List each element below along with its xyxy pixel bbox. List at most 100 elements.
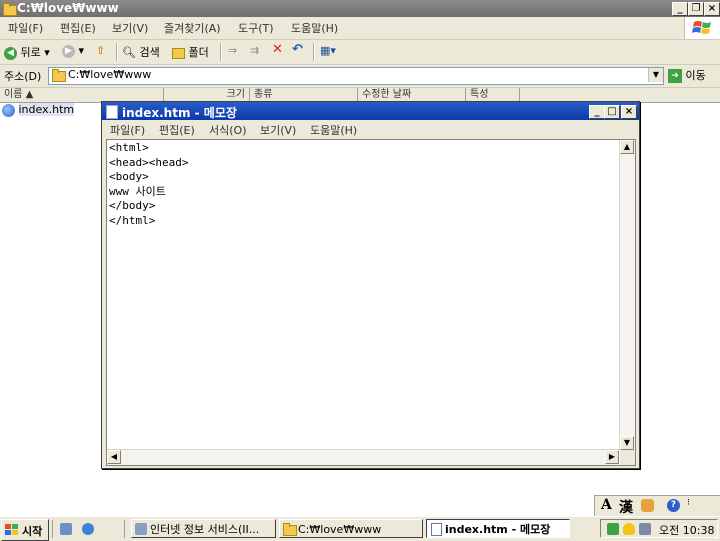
- menu-file[interactable]: 파일(F): [8, 20, 43, 36]
- menu-edit[interactable]: 편집(E): [60, 20, 96, 36]
- column-type[interactable]: 종류: [250, 88, 358, 102]
- delete-icon[interactable]: ✕: [272, 42, 283, 57]
- html-file-icon: [2, 103, 15, 117]
- ime-pad-icon[interactable]: [641, 499, 654, 512]
- task-notepad[interactable]: index.htm - 메모장: [426, 519, 570, 538]
- windows-flag-icon: [5, 524, 18, 535]
- help-icon[interactable]: ?: [667, 499, 680, 512]
- scroll-down-icon[interactable]: ▼: [620, 436, 634, 450]
- toolbar-separator: [313, 43, 315, 61]
- notepad-menu-bar: 파일(F) 편집(E) 서식(O) 보기(V) 도움말(H): [102, 120, 639, 138]
- list-item[interactable]: index.htm: [2, 103, 75, 117]
- menu-file[interactable]: 파일(F): [110, 122, 145, 138]
- close-button[interactable]: ×: [704, 2, 720, 16]
- resize-grip-icon[interactable]: [620, 450, 635, 465]
- menu-favorites[interactable]: 즐겨찾기(A): [164, 20, 221, 36]
- horizontal-scrollbar[interactable]: ◀ ▶: [107, 449, 619, 465]
- folders-button[interactable]: 폴더: [172, 44, 209, 60]
- task-label: 인터넷 정보 서비스(II...: [150, 523, 260, 536]
- ime-options-icon[interactable]: ⁝: [687, 498, 690, 508]
- task-label: C:₩love₩www: [298, 523, 382, 536]
- menu-help[interactable]: 도움말(H): [291, 20, 338, 36]
- toolbar-separator: [116, 43, 118, 61]
- start-button[interactable]: 시작: [1, 519, 49, 541]
- iis-icon: [135, 523, 147, 535]
- forward-arrow-icon: ▶: [62, 44, 75, 58]
- notepad-icon: [431, 523, 442, 536]
- notepad-title-bar[interactable]: index.htm - 메모장 _ □ ×: [102, 102, 639, 120]
- search-label: 검색: [139, 46, 160, 59]
- show-desktop-icon[interactable]: [60, 523, 72, 535]
- ime-mode[interactable]: A: [601, 497, 612, 513]
- copy-to-icon[interactable]: ⇉: [250, 44, 259, 57]
- ime-hanja[interactable]: 漢: [619, 497, 633, 517]
- up-folder-icon[interactable]: ⇧: [96, 44, 105, 57]
- scroll-right-icon[interactable]: ▶: [605, 450, 619, 464]
- explorer-title-bar[interactable]: C:₩love₩www _ ❐ ×: [0, 0, 720, 17]
- menu-edit[interactable]: 편집(E): [159, 122, 195, 138]
- go-label: 이동: [685, 69, 706, 82]
- taskbar-separator: [124, 520, 125, 538]
- explorer-menu-bar: 파일(F) 편집(E) 보기(V) 즐겨찾기(A) 도구(T) 도움말(H): [0, 17, 720, 40]
- notepad-window[interactable]: index.htm - 메모장 _ □ × 파일(F) 편집(E) 서식(O) …: [101, 101, 640, 469]
- system-tray: 오전 10:38: [600, 519, 718, 538]
- task-label: index.htm - 메모장: [445, 523, 551, 536]
- toolbar-separator: [220, 43, 222, 61]
- close-button[interactable]: ×: [621, 105, 637, 119]
- windows-logo: [684, 17, 720, 39]
- explorer-title: C:₩love₩www: [17, 1, 119, 15]
- task-explorer[interactable]: C:₩love₩www: [279, 519, 423, 538]
- notepad-content[interactable]: <html> <head><head> <body> www 사이트 </bod…: [109, 141, 188, 229]
- forward-button[interactable]: ▶ ▾: [62, 44, 84, 58]
- start-label: 시작: [22, 525, 43, 538]
- folder-icon: [3, 3, 17, 16]
- column-size[interactable]: 크기: [164, 88, 250, 102]
- back-arrow-icon: ◀: [4, 46, 17, 60]
- back-button[interactable]: ◀ 뒤로 ▾: [4, 44, 50, 60]
- notepad-text-area[interactable]: <html> <head><head> <body> www 사이트 </bod…: [106, 139, 636, 466]
- display-icon[interactable]: [639, 523, 651, 535]
- security-shield-icon[interactable]: [623, 523, 635, 535]
- menu-tools[interactable]: 도구(T): [238, 20, 274, 36]
- column-attributes[interactable]: 특성: [466, 88, 520, 102]
- notepad-icon: [106, 105, 118, 119]
- menu-format[interactable]: 서식(O): [209, 122, 246, 138]
- clock[interactable]: 오전 10:38: [659, 522, 714, 538]
- network-icon[interactable]: [607, 523, 619, 535]
- undo-icon[interactable]: ↶: [292, 42, 303, 57]
- address-value: C:₩love₩www: [68, 68, 152, 81]
- internet-explorer-icon[interactable]: [82, 523, 94, 535]
- back-label: 뒤로: [20, 46, 41, 59]
- explorer-toolbar: ◀ 뒤로 ▾ ▶ ▾ ⇧ 🔍︎ 검색 폴더 ⇒ ⇉ ✕ ↶ ▦▾: [0, 40, 720, 65]
- minimize-button[interactable]: _: [589, 105, 605, 119]
- menu-help[interactable]: 도움말(H): [310, 122, 357, 138]
- folders-label: 폴더: [188, 46, 209, 59]
- vertical-scrollbar[interactable]: ▲ ▼: [619, 140, 635, 450]
- folder-icon: [52, 69, 66, 82]
- menu-view[interactable]: 보기(V): [260, 122, 296, 138]
- folder-icon: [283, 523, 297, 536]
- restore-button[interactable]: ❐: [688, 2, 704, 16]
- move-to-icon[interactable]: ⇒: [228, 44, 237, 57]
- ime-toolbar: A 漢 ? ⁝: [594, 495, 720, 517]
- task-iis[interactable]: 인터넷 정보 서비스(II...: [131, 519, 276, 538]
- scroll-left-icon[interactable]: ◀: [107, 450, 121, 464]
- notepad-title: index.htm - 메모장: [122, 106, 237, 120]
- taskbar: 시작 인터넷 정보 서비스(II... C:₩love₩www index.ht…: [0, 516, 720, 541]
- scroll-up-icon[interactable]: ▲: [620, 140, 634, 154]
- menu-view[interactable]: 보기(V): [112, 20, 148, 36]
- search-button[interactable]: 🔍︎ 검색: [122, 44, 160, 60]
- column-modified[interactable]: 수정한 날짜: [358, 88, 466, 102]
- file-name: index.htm: [18, 103, 75, 116]
- address-label: 주소(D): [4, 70, 42, 83]
- folder-icon: [172, 47, 185, 59]
- go-button[interactable]: ➔ 이동: [668, 67, 718, 84]
- minimize-button[interactable]: _: [672, 2, 688, 16]
- views-icon[interactable]: ▦▾: [320, 44, 336, 57]
- maximize-button[interactable]: □: [604, 105, 620, 119]
- column-name[interactable]: 이름 ▲: [0, 88, 164, 102]
- go-arrow-icon: ➔: [668, 69, 682, 83]
- search-icon: 🔍︎: [122, 46, 136, 59]
- taskbar-separator: [52, 520, 53, 538]
- address-dropdown-icon[interactable]: ▼: [648, 68, 663, 82]
